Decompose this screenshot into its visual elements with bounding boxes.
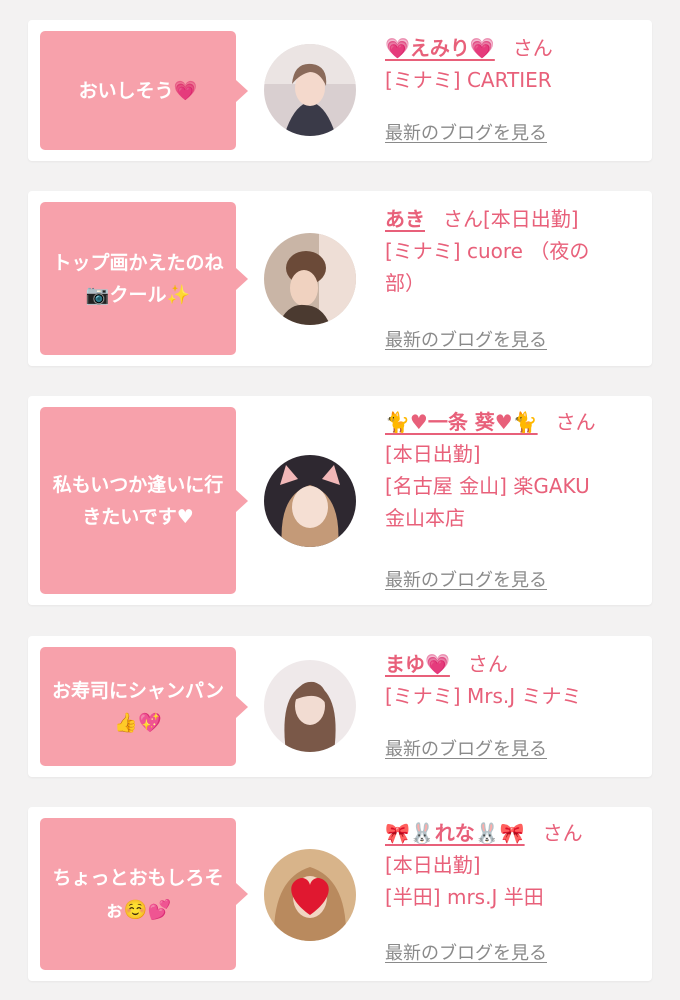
poster-info: 💗えみり💗 さん [ミナミ] CARTIER xyxy=(385,32,642,96)
honorific: さん xyxy=(512,36,553,60)
shop-line: [名古屋 金山] 楽GAKU xyxy=(385,474,590,498)
shop-line: [半田] mrs.J 半田 xyxy=(385,885,544,909)
comment-text: 私もいつか逢いに行きたいです♥ xyxy=(52,473,224,528)
comment-text: トップ画かえたのね📷クール✨ xyxy=(52,251,224,306)
comment-bubble: 私もいつか逢いに行きたいです♥ xyxy=(40,407,248,594)
poster-name-link[interactable]: 🐈♥一条 葵♥🐈 xyxy=(385,410,538,434)
avatar[interactable] xyxy=(264,660,356,752)
poster-info: まゆ💗 さん [ミナミ] Mrs.J ミナミ xyxy=(385,648,642,712)
latest-blog-link[interactable]: 最新のブログを見る xyxy=(385,939,547,965)
comment-text: ちょっとおもしろそぉ☺️💕 xyxy=(52,867,224,921)
poster-name-link[interactable]: あき xyxy=(385,207,425,231)
shop-line: [本日出勤] xyxy=(385,442,481,466)
blog-entry-card: おいしそう💗 💗えみり💗 さん [ミナミ] CARTIER 最新のブログを見る xyxy=(28,20,652,161)
poster-info: あき さん[本日出勤] [ミナミ] cuore （夜の 部） xyxy=(385,203,642,299)
honorific: さん[本日出勤] xyxy=(443,207,579,231)
honorific: さん xyxy=(542,821,583,845)
shop-line: 金山本店 xyxy=(385,506,465,530)
poster-name-link[interactable]: まゆ💗 xyxy=(385,652,450,676)
latest-blog-link[interactable]: 最新のブログを見る xyxy=(385,326,547,352)
avatar[interactable] xyxy=(264,455,356,547)
poster-info: 🐈♥一条 葵♥🐈 さん [本日出勤] [名古屋 金山] 楽GAKU 金山本店 xyxy=(385,406,642,534)
latest-blog-link[interactable]: 最新のブログを見る xyxy=(385,119,547,145)
shop-line: 部） xyxy=(385,271,425,295)
honorific: さん xyxy=(555,410,596,434)
avatar[interactable] xyxy=(264,233,356,325)
poster-name-link[interactable]: 💗えみり💗 xyxy=(385,36,495,60)
blog-entry-card: ちょっとおもしろそぉ☺️💕 🎀🐰れな🐰🎀 さん [本日出勤] [半田] mrs.J… xyxy=(28,807,652,981)
comment-bubble: お寿司にシャンパン👍💖 xyxy=(40,647,248,766)
comment-bubble: ちょっとおもしろそぉ☺️💕 xyxy=(40,818,248,970)
latest-blog-link[interactable]: 最新のブログを見る xyxy=(385,735,547,761)
shop-line: [ミナミ] CARTIER xyxy=(385,68,552,92)
comment-text: おいしそう💗 xyxy=(78,79,198,102)
comment-bubble: トップ画かえたのね📷クール✨ xyxy=(40,202,248,355)
shop-line: [本日出勤] xyxy=(385,853,481,877)
shop-line: [ミナミ] Mrs.J ミナミ xyxy=(385,684,582,708)
avatar[interactable] xyxy=(264,44,356,136)
blog-entry-card: 私もいつか逢いに行きたいです♥ 🐈♥一条 葵♥🐈 さん [本日出勤] [名古屋 金… xyxy=(28,396,652,605)
poster-name-link[interactable]: 🎀🐰れな🐰🎀 xyxy=(385,821,525,845)
poster-info: 🎀🐰れな🐰🎀 さん [本日出勤] [半田] mrs.J 半田 xyxy=(385,817,642,913)
blog-entry-card: お寿司にシャンパン👍💖 まゆ💗 さん [ミナミ] Mrs.J ミナミ 最新のブログ… xyxy=(28,636,652,777)
latest-blog-link[interactable]: 最新のブログを見る xyxy=(385,566,547,592)
comment-bubble: おいしそう💗 xyxy=(40,31,248,150)
honorific: さん xyxy=(467,652,508,676)
avatar[interactable] xyxy=(264,849,356,941)
blog-entry-card: トップ画かえたのね📷クール✨ あき さん[本日出勤] [ミナミ] cuore （夜… xyxy=(28,191,652,366)
shop-line: [ミナミ] cuore （夜の xyxy=(385,239,590,263)
comment-text: お寿司にシャンパン👍💖 xyxy=(52,679,224,734)
